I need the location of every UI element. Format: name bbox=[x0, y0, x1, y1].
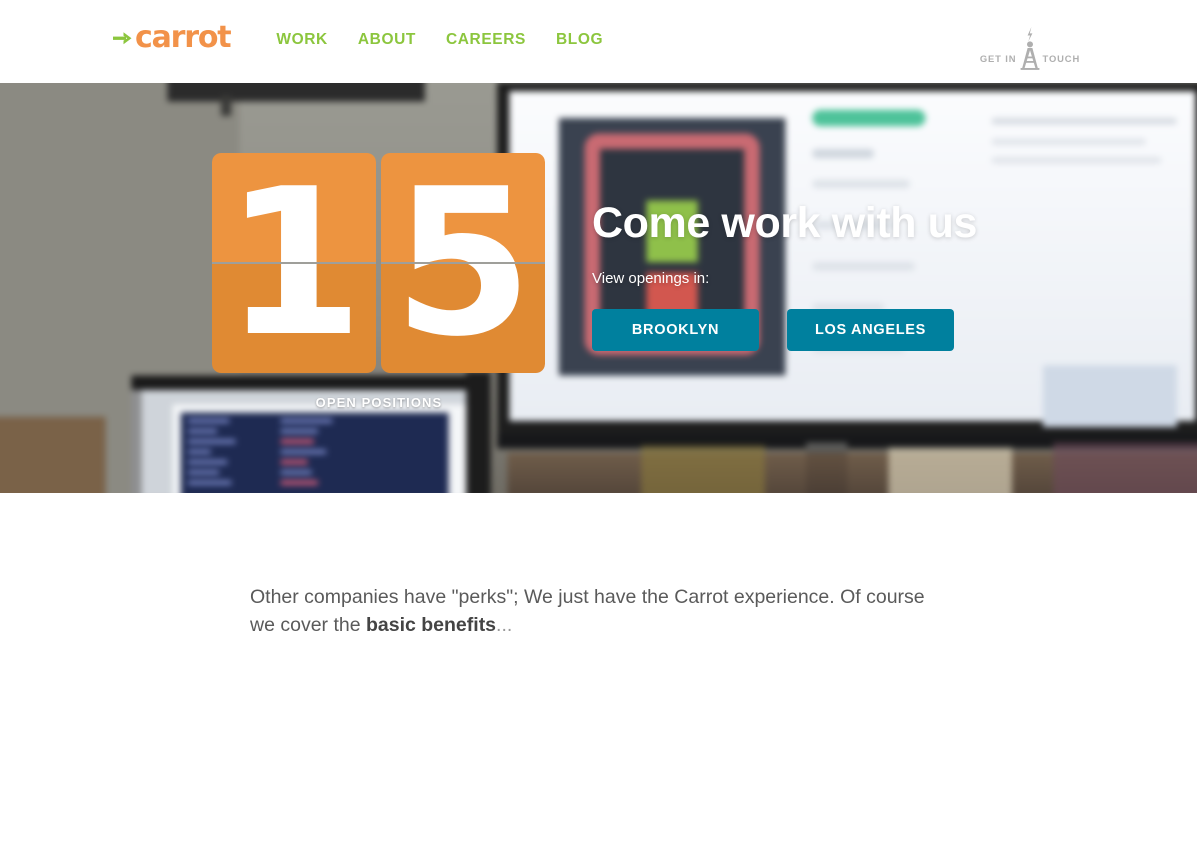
carrot-logo[interactable]: carrot bbox=[112, 20, 232, 55]
counter-digit-value-top: 5 bbox=[381, 153, 545, 262]
brooklyn-button[interactable]: BROOKLYN bbox=[592, 309, 759, 352]
logo-wordmark: carrot bbox=[135, 20, 232, 55]
counter-digit-top-half: 5 bbox=[381, 153, 545, 262]
hero-subtitle: View openings in: bbox=[592, 270, 710, 288]
arrow-right-icon bbox=[113, 32, 132, 45]
nav-link-blog[interactable]: BLOG bbox=[556, 31, 603, 49]
counter-digit-value-bottom: 1 bbox=[212, 264, 376, 373]
counter-digit-value-bottom: 5 bbox=[381, 264, 545, 373]
nav-link-careers[interactable]: CAREERS bbox=[446, 31, 526, 49]
hero-title: Come work with us bbox=[592, 199, 978, 247]
counter-digit-value-top: 1 bbox=[212, 153, 376, 262]
counter-digit-card: 1 1 bbox=[212, 153, 376, 373]
get-in-touch-button[interactable]: GET IN TOUCH bbox=[975, 14, 1085, 70]
benefits-intro-ellipsis: ... bbox=[496, 614, 513, 637]
get-in-touch-label-left: GET IN bbox=[979, 53, 1017, 64]
top-navigation-bar: carrot WORK ABOUT CAREERS BLOG GET IN TO… bbox=[0, 0, 1197, 83]
counter-digit-card: 5 5 bbox=[381, 153, 545, 373]
benefits-intro-bold: basic benefits bbox=[365, 614, 497, 637]
nav-link-about[interactable]: ABOUT bbox=[358, 31, 416, 49]
benefits-intro-part1: Other companies have "perks"; We just ha… bbox=[250, 586, 925, 637]
los-angeles-button[interactable]: LOS ANGELES bbox=[787, 309, 954, 352]
nav-link-work[interactable]: WORK bbox=[276, 31, 327, 49]
open-positions-label: OPEN POSITIONS bbox=[315, 395, 443, 410]
counter-digit-bottom-half: 1 bbox=[212, 264, 376, 373]
city-buttons: BROOKLYN LOS ANGELES bbox=[592, 309, 1022, 352]
benefits-intro-text: Other companies have "perks"; We just ha… bbox=[250, 583, 950, 640]
hero-section: 1 1 5 5 OPEN POSITIONS bbox=[0, 83, 1197, 493]
get-in-touch-label-right: TOUCH bbox=[1042, 53, 1081, 64]
counter-digits: 1 1 5 5 bbox=[212, 153, 546, 373]
counter-digit-top-half: 1 bbox=[212, 153, 376, 262]
counter-digit-bottom-half: 5 bbox=[381, 264, 545, 373]
benefits-section: Other companies have "perks"; We just ha… bbox=[0, 493, 1197, 848]
radio-tower-icon bbox=[1020, 27, 1040, 70]
nav-links: WORK ABOUT CAREERS BLOG bbox=[276, 22, 603, 54]
open-positions-counter: 1 1 5 5 OPEN POSITIONS bbox=[212, 153, 546, 410]
hero-content: Come work with us View openings in: BROO… bbox=[592, 199, 1022, 352]
